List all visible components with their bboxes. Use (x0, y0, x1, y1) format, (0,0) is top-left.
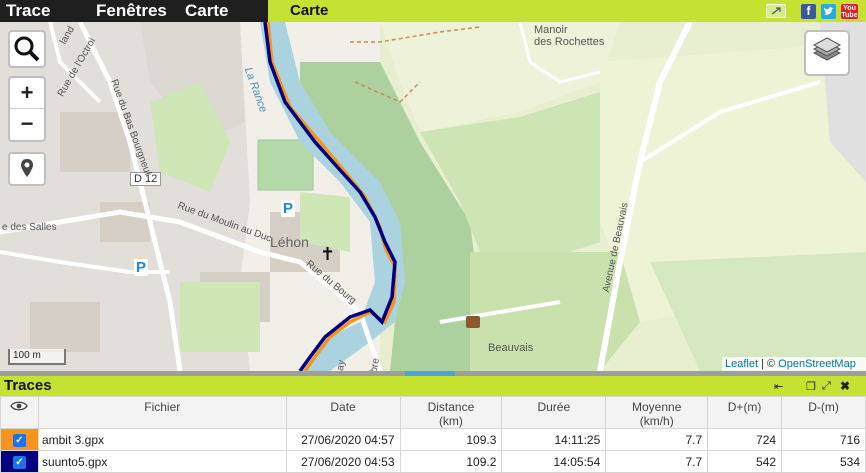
twitter-icon[interactable] (821, 4, 836, 19)
visibility-column-header[interactable] (0, 396, 39, 429)
map-view[interactable]: Manoir des Rochettes Léhon Beauvais D 12… (0, 22, 866, 371)
label-lehon: Léhon (270, 234, 309, 250)
col-fichier-label: Fichier (144, 400, 181, 414)
locate-button[interactable] (8, 152, 46, 186)
eye-icon (10, 401, 29, 411)
label-manoir-2: des Rochettes (534, 36, 605, 48)
column-header-dminus[interactable]: D-(m) (781, 396, 866, 429)
col-duree-label: Durée (537, 400, 571, 414)
fullscreen-icon[interactable]: ⤢ (822, 380, 831, 393)
col-dplus-label: D+(m) (727, 400, 762, 414)
facebook-icon[interactable]: f (801, 4, 816, 19)
leaflet-link[interactable]: Leaflet (725, 358, 758, 370)
table-row[interactable]: ✓ ambit 3.gpx 27/06/2020 04:57 109.3 14:… (0, 428, 866, 451)
column-header-moyenne[interactable]: Moyenne (km/h) (605, 396, 709, 429)
track-color-swatch: ✓ (0, 428, 39, 451)
column-header-distance[interactable]: Distance (km) (399, 396, 503, 429)
map-attribution: Leaflet | © OpenStreetMap (722, 357, 866, 371)
label-beauvais: Beauvais (488, 342, 534, 354)
col-distance-label: Distance (427, 400, 475, 414)
cell-dminus: 716 (781, 428, 866, 451)
panel-title: Carte (290, 2, 329, 19)
cell-dplus: 542 (707, 450, 783, 473)
menu-carte[interactable]: Carte (185, 1, 228, 21)
cell-distance: 109.2 (399, 450, 503, 473)
menu-fenetres[interactable]: Fenêtres (96, 1, 167, 21)
traces-title: Traces (4, 377, 52, 394)
column-header-dplus[interactable]: D+(m) (707, 396, 783, 429)
col-distance-unit: (km) (438, 414, 463, 428)
table-header-row: Fichier Date Distance (km) Durée Moyenne(… (0, 396, 866, 429)
location-pin-icon (21, 159, 33, 177)
cell-duration: 14:11:25 (501, 428, 607, 451)
col-date-label: Date (330, 400, 356, 414)
layers-button[interactable] (804, 30, 850, 76)
attribution-separator: | © (758, 358, 779, 370)
close-icon[interactable]: ✖ (840, 379, 850, 393)
church-icon: ✝ (320, 244, 336, 264)
cell-average: 7.7 (605, 428, 709, 451)
parking-icon: P (281, 200, 296, 217)
col-dminus-label: D-(m) (808, 400, 839, 414)
main-menu: Trace Fenêtres Carte (0, 0, 268, 22)
restore-icon[interactable]: ❐ (806, 380, 816, 393)
track-color-swatch: ✓ (0, 450, 39, 473)
traces-header: Traces ⇤ ❐ ⤢ ✖ (0, 376, 866, 396)
column-header-fichier[interactable]: Fichier (37, 396, 287, 429)
label-bre: bre (368, 357, 382, 371)
label-ay: ay (334, 359, 348, 371)
cell-date: 27/06/2020 04:57 (285, 428, 401, 451)
search-button[interactable] (8, 30, 46, 68)
label-rue-salles: e des Salles (2, 222, 57, 233)
youtube-label-bottom: Tube (841, 12, 858, 19)
layers-icon (812, 37, 842, 61)
traces-table: Fichier Date Distance (km) Durée Moyenne(… (0, 396, 866, 473)
scale-bar: 100 m (8, 349, 66, 365)
zoom-control: + − (8, 76, 46, 142)
column-header-date[interactable]: Date (285, 396, 401, 429)
collapse-left-icon[interactable]: ⇤ (774, 380, 783, 393)
col-moyenne-unit: (km/h) (639, 414, 674, 428)
heritage-icon (466, 316, 480, 328)
map-tiles (0, 22, 866, 371)
zoom-in-button[interactable]: + (10, 78, 44, 109)
cell-file: ambit 3.gpx (37, 428, 287, 451)
youtube-icon[interactable]: You Tube (841, 4, 858, 19)
visibility-checkbox[interactable]: ✓ (12, 456, 26, 469)
cell-dplus: 724 (707, 428, 783, 451)
column-header-duree[interactable]: Durée (501, 396, 607, 429)
parking-icon-2: P (134, 259, 149, 276)
youtube-label-top: You (843, 5, 856, 12)
cell-date: 27/06/2020 04:53 (285, 450, 401, 473)
zoom-out-button[interactable]: − (10, 109, 44, 140)
menu-trace[interactable]: Trace (6, 1, 50, 21)
col-moyenne-label: Moyenne (632, 400, 682, 414)
cell-average: 7.7 (605, 450, 709, 473)
label-manoir: Manoir (534, 24, 568, 36)
expand-icon[interactable] (766, 4, 786, 18)
cell-dminus: 534 (781, 450, 866, 473)
visibility-checkbox[interactable]: ✓ (12, 434, 26, 447)
cell-file: suunto5.gpx (37, 450, 287, 473)
table-row[interactable]: ✓ suunto5.gpx 27/06/2020 04:53 109.2 14:… (0, 450, 866, 473)
cell-distance: 109.3 (399, 428, 503, 451)
osm-link[interactable]: OpenStreetMap (778, 358, 856, 370)
cell-duration: 14:05:54 (501, 450, 607, 473)
top-bar: Trace Fenêtres Carte Carte f You Tube (0, 0, 866, 22)
search-icon (14, 36, 40, 62)
